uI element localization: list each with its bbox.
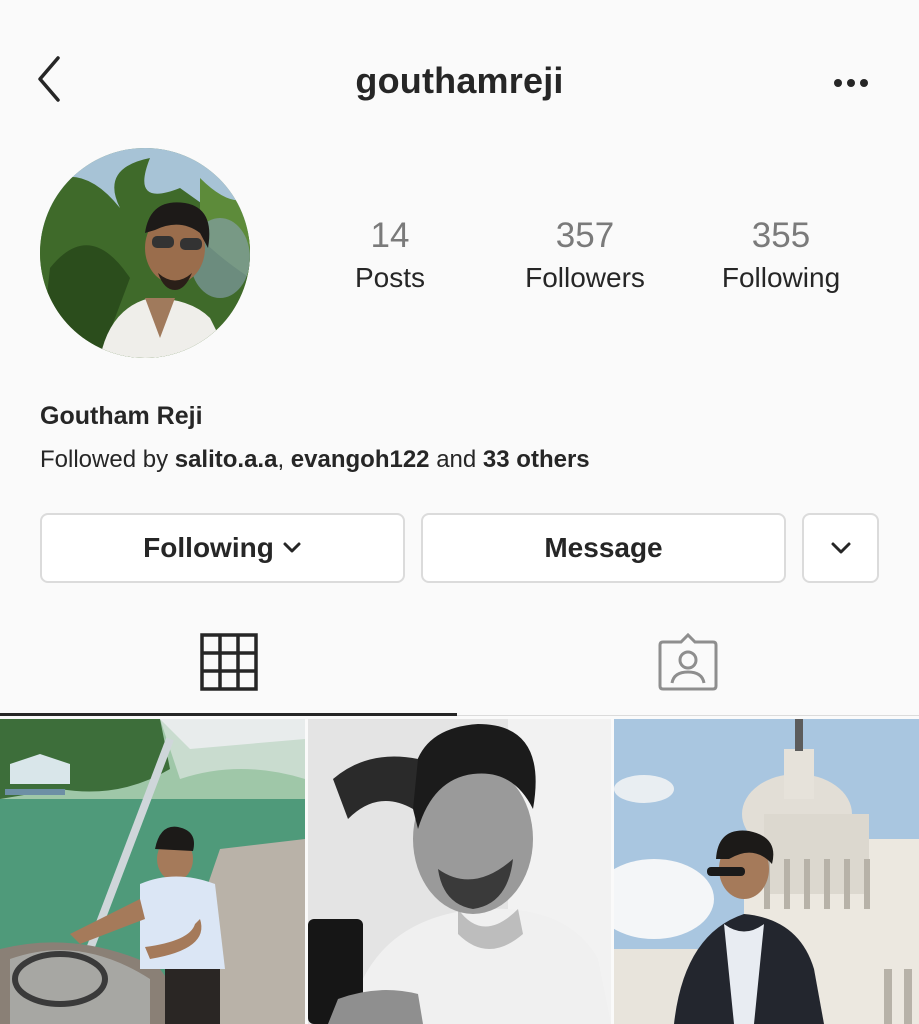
followers-label: Followers [525,262,645,293]
profile-username: gouthamreji [355,60,564,101]
profile-full-name: Goutham Reji [40,402,203,430]
post-thumbnail[interactable] [308,719,611,1024]
tab-posts-grid[interactable] [0,618,457,714]
active-tab-indicator [0,713,457,716]
followed-by-text[interactable]: Followed by salito.a.a, evangoh122 and 3… [40,446,590,474]
following-label: Following [721,262,841,293]
followers-count: 357 [555,216,615,255]
posts-stat[interactable]: 14 Posts [300,214,480,298]
tagged-user-icon [658,632,718,691]
suggested-dropdown-button[interactable] [802,513,879,583]
following-count: 355 [751,216,811,255]
more-horizontal-icon[interactable] [826,68,876,98]
following-stat[interactable]: 355 Following [691,214,871,298]
following-button-label: Following [143,532,274,563]
followed-by-others[interactable]: 33 others [483,446,590,473]
chevron-down-icon [831,542,850,554]
posts-label: Posts [354,262,426,293]
followed-by-user-1[interactable]: salito.a.a [175,446,278,473]
followed-by-separator: , [277,446,291,473]
followed-by-user-2[interactable]: evangoh122 [291,446,430,473]
tab-tagged[interactable] [457,618,919,714]
followed-by-prefix: Followed by [40,446,175,473]
followers-stat[interactable]: 357 Followers [495,214,675,298]
post-thumbnail[interactable] [614,719,919,1024]
post-thumbnail[interactable] [0,719,305,1024]
following-button[interactable]: Following [40,513,405,583]
posts-count: 14 [370,216,410,255]
avatar[interactable] [40,148,250,358]
message-button-label: Message [544,532,663,563]
chevron-down-icon [283,542,301,553]
profile-header: gouthamreji [0,40,919,124]
message-button[interactable]: Message [421,513,786,583]
followed-by-connector: and [429,446,483,473]
grid-icon [200,633,258,691]
